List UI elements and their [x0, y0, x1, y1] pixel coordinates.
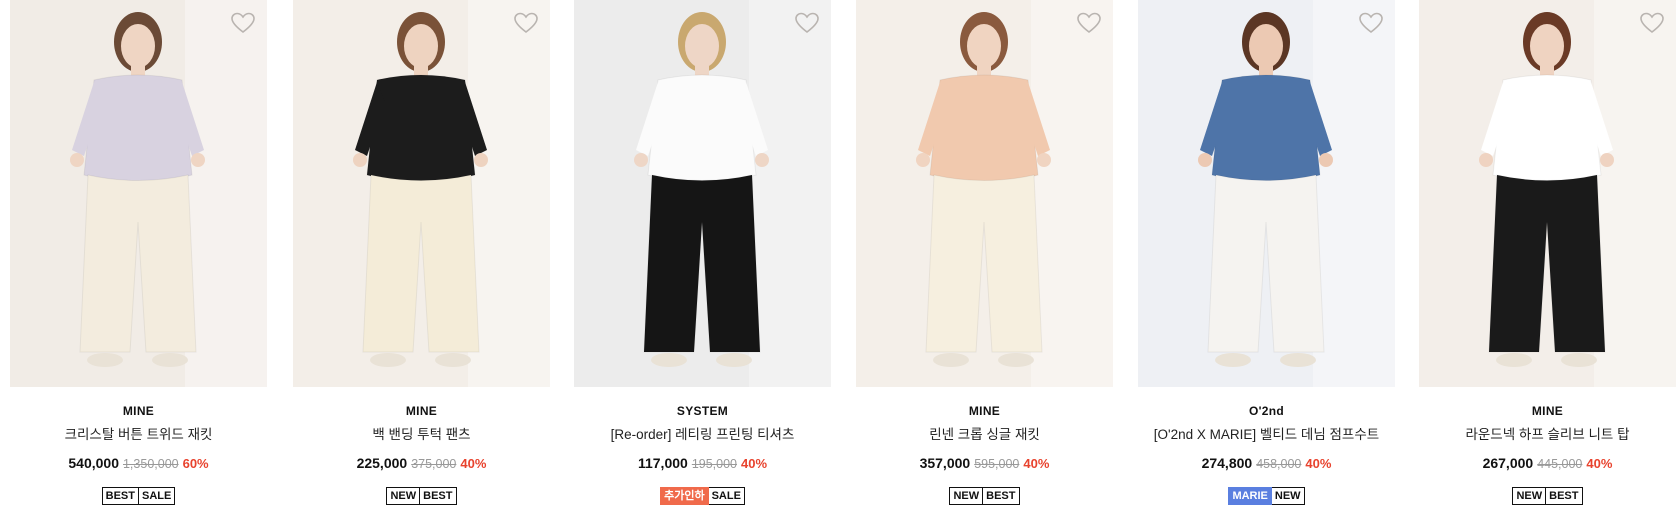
product-image[interactable] — [1419, 0, 1676, 387]
product-price: 274,800 458,000 40% — [1138, 453, 1395, 473]
product-price: 225,000 375,000 40% — [293, 453, 550, 473]
product-brand: O'2nd — [1248, 404, 1285, 418]
product-image[interactable] — [574, 0, 831, 387]
original-price: 375,000 — [411, 457, 457, 471]
product-brand: MINE — [968, 404, 1001, 418]
original-price: 445,000 — [1537, 457, 1583, 471]
product-name[interactable]: 라운드넥 하프 슬리브 니트 탑 — [1419, 426, 1676, 444]
product-image[interactable] — [10, 0, 267, 387]
sale-price: 267,000 — [1482, 455, 1534, 471]
product-price: 117,000 195,000 40% — [574, 453, 831, 473]
product-image[interactable] — [856, 0, 1113, 387]
badge: SALE — [708, 487, 745, 505]
original-price: 595,000 — [974, 457, 1020, 471]
product-image[interactable] — [1138, 0, 1395, 387]
badge-group: BEST SALE — [10, 487, 267, 505]
product-brand: SYSTEM — [676, 404, 729, 418]
badge: BEST — [983, 487, 1020, 505]
product-price: 540,000 1,350,000 60% — [10, 453, 267, 473]
sale-price: 540,000 — [68, 455, 119, 471]
badge: BEST — [101, 487, 139, 505]
wishlist-heart-icon[interactable] — [514, 12, 538, 34]
original-price: 195,000 — [691, 457, 737, 471]
sale-price: 117,000 — [637, 455, 688, 471]
product-image[interactable] — [293, 0, 550, 387]
badge: BEST — [420, 487, 457, 505]
badge: NEW — [1271, 487, 1305, 505]
badge: MARIE — [1228, 487, 1272, 505]
discount-rate: 40% — [1023, 456, 1050, 471]
wishlist-heart-icon[interactable] — [231, 12, 255, 34]
product-brand: MINE — [122, 404, 155, 418]
wishlist-heart-icon[interactable] — [1359, 12, 1383, 34]
discount-rate: 60% — [182, 456, 209, 471]
discount-rate: 40% — [460, 456, 487, 471]
product-card[interactable]: MINE 백 밴딩 투턱 팬츠 225,000 375,000 40% NEW BES… — [293, 0, 550, 513]
badge: NEW — [1512, 487, 1547, 505]
sale-price: 357,000 — [919, 455, 971, 471]
original-price: 458,000 — [1256, 457, 1302, 471]
sale-price: 274,800 — [1201, 455, 1253, 471]
product-name[interactable]: [Re-order] 레티링 프린팅 티셔츠 — [574, 426, 831, 444]
discount-rate: 40% — [1305, 456, 1332, 471]
badge: NEW — [949, 487, 984, 505]
product-card[interactable]: MINE 린넨 크롭 싱글 재킷 357,000 595,000 40% NEW BE… — [856, 0, 1113, 513]
discount-rate: 40% — [741, 456, 768, 471]
product-name[interactable]: 크리스탈 버튼 트위드 재킷 — [10, 426, 267, 444]
product-price: 267,000 445,000 40% — [1419, 453, 1676, 473]
badge: 추가인하 — [660, 487, 709, 505]
badge-group: MARIE NEW — [1138, 487, 1395, 505]
badge-group: NEW BEST — [1419, 487, 1676, 505]
product-name[interactable]: [O'2nd X MARIE] 벨티드 데님 점프수트 — [1138, 426, 1395, 444]
product-card[interactable]: MINE 라운드넥 하프 슬리브 니트 탑 267,000 445,000 40% … — [1419, 0, 1676, 513]
wishlist-heart-icon[interactable] — [1077, 12, 1101, 34]
original-price: 1,350,000 — [122, 457, 179, 471]
product-name[interactable]: 린넨 크롭 싱글 재킷 — [856, 426, 1113, 444]
product-price: 357,000 595,000 40% — [856, 453, 1113, 473]
product-brand: MINE — [405, 404, 438, 418]
badge-group: NEW BEST — [293, 487, 550, 505]
product-name[interactable]: 백 밴딩 투턱 팬츠 — [293, 426, 550, 444]
sale-price: 225,000 — [356, 455, 408, 471]
discount-rate: 40% — [1586, 456, 1613, 471]
badge-group: NEW BEST — [856, 487, 1113, 505]
product-card[interactable]: SYSTEM [Re-order] 레티링 프린팅 티셔츠 117,000 195… — [574, 0, 831, 513]
product-brand: MINE — [1531, 404, 1564, 418]
badge-group: 추가인하 SALE — [574, 487, 831, 505]
product-card[interactable]: MINE 크리스탈 버튼 트위드 재킷 540,000 1,350,000 60% … — [10, 0, 267, 513]
badge: SALE — [139, 487, 176, 505]
badge: NEW — [386, 487, 421, 505]
wishlist-heart-icon[interactable] — [795, 12, 819, 34]
badge: BEST — [1546, 487, 1583, 505]
product-grid: MINE 크리스탈 버튼 트위드 재킷 540,000 1,350,000 60% … — [0, 0, 1678, 513]
wishlist-heart-icon[interactable] — [1640, 12, 1664, 34]
product-card[interactable]: O'2nd [O'2nd X MARIE] 벨티드 데님 점프수트 274,80… — [1138, 0, 1395, 513]
